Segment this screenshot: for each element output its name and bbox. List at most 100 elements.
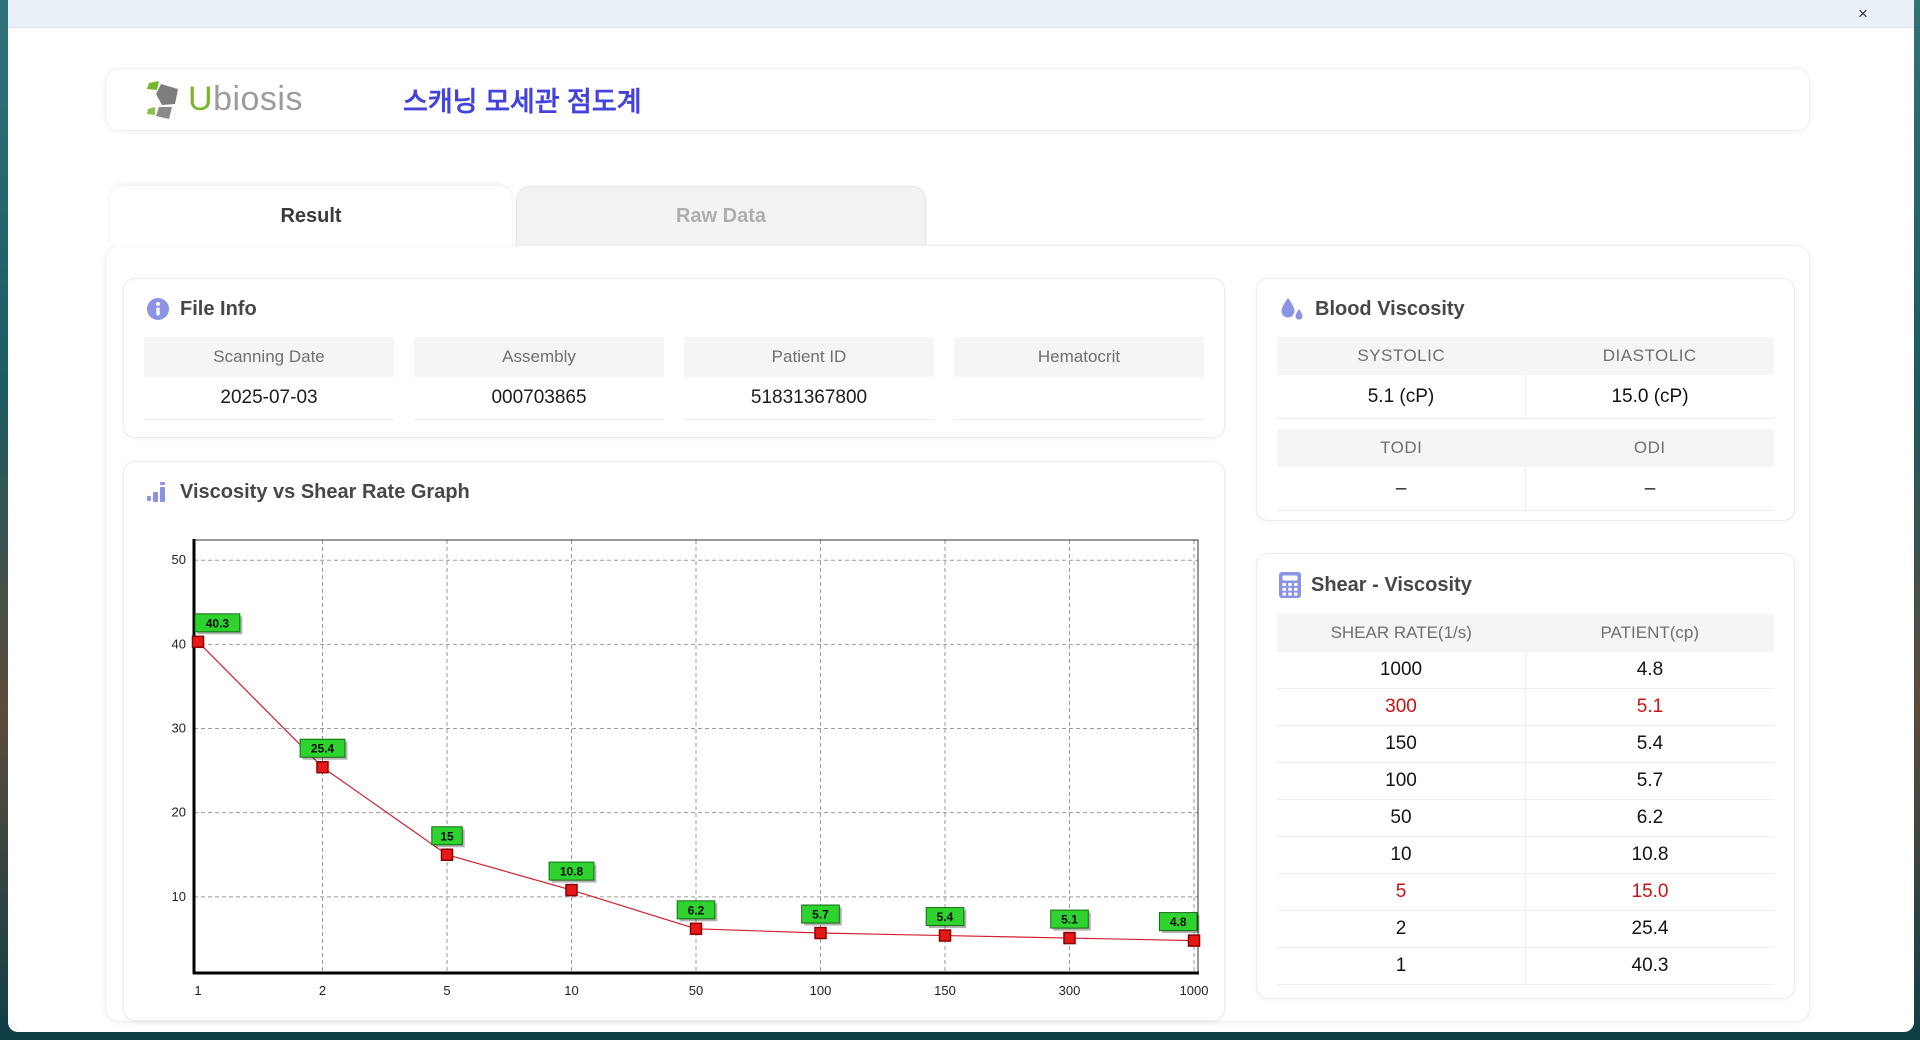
x-tick-label: 10 [564,983,578,998]
bv-header-cell: DIASTOLIC [1602,346,1697,365]
bv-header-row: TODI ODI [1277,429,1774,467]
bv-header-row: SYSTOLIC DIASTOLIC [1277,337,1774,375]
bar-chart-icon [147,482,165,502]
data-point-marker [1187,934,1201,947]
file-info-panel: File Info Scanning Date 2025-07-03 Assembl… [123,278,1225,438]
data-point-marker [316,760,329,774]
sv-patient-cell: 15.0 [1631,881,1669,902]
file-info-grid: Scanning Date 2025-07-03 Assembly 000703865… [144,337,1204,420]
blood-viscosity-panel: Blood Viscosity SYSTOLIC DIASTOLIC 5.1 (cP… [1256,278,1795,521]
y-tick-label: 50 [172,552,186,567]
table-row: 1 40.3 [1277,948,1774,985]
shear-viscosity-panel: Shear - Viscosity SHEAR RATE(1/s) PATIENT… [1256,553,1795,999]
brand-text: Ubiosis [188,80,303,119]
header-card: Ubiosis 스캐닝 모세관 점도계 [105,68,1810,131]
x-tick-label: 50 [689,983,703,998]
sv-shear-cell: 1000 [1277,652,1526,688]
sv-shear-cell: 100 [1277,763,1526,799]
x-tick-label: 300 [1059,983,1081,998]
y-tick-label: 40 [172,636,186,651]
shear-viscosity-table: SHEAR RATE(1/s) PATIENT(cp) 1000 4.8 300 5.1 1… [1277,614,1774,985]
y-tick-label: 30 [172,721,186,736]
bv-header-cell: TODI [1380,438,1423,457]
logo: Ubiosis [142,80,303,120]
sv-header-cell: SHEAR RATE(1/s) [1330,623,1472,642]
file-info-column: Hematocrit [954,337,1204,420]
result-content-card: File Info Scanning Date 2025-07-03 Assembl… [105,245,1810,1022]
bv-value-cell: 5.1 (cP) [1277,375,1526,418]
window-titlebar: × [8,0,1914,28]
data-label-text: 15 [440,829,454,843]
sv-shear-cell: 2 [1277,911,1526,947]
field-value: 000703865 [414,377,664,420]
bv-value-row: 5.1 (cP) 15.0 (cP) [1277,375,1774,419]
x-tick-label: 5 [443,983,450,998]
close-button[interactable]: × [1852,3,1874,25]
x-tick-label: 2 [319,983,326,998]
bv-value-cell: – [1277,467,1526,510]
table-row: 50 6.2 [1277,800,1774,837]
blood-viscosity-title-row: Blood Viscosity [1279,297,1794,321]
ubiosis-logo-icon [147,80,178,119]
x-tick-label: 1000 [1180,983,1209,998]
tab-result[interactable]: Result [110,186,512,246]
data-label-text: 5.1 [1061,913,1078,927]
sv-shear-cell: 150 [1277,726,1526,762]
field-label: Assembly [414,337,664,377]
sv-shear-cell: 50 [1277,800,1526,836]
table-row: 1000 4.8 [1277,652,1774,689]
data-point-marker [440,848,454,862]
sv-shear-cell: 300 [1277,689,1526,725]
y-tick-label: 20 [172,805,186,820]
data-point-marker [938,929,952,942]
brand-rest: biosis [213,80,303,118]
data-label-text: 5.7 [812,908,829,922]
data-point-marker [1063,931,1076,945]
bv-value-row: – – [1277,467,1774,511]
file-info-column: Patient ID 51831367800 [684,337,934,420]
data-point-marker [689,922,703,936]
graph-title: Viscosity vs Shear Rate Graph [180,480,470,503]
bv-value-cell: 15.0 (cP) [1611,385,1689,407]
data-label-text: 4.8 [1170,915,1187,929]
tab-raw-data-label: Raw Data [675,204,767,227]
brand-u: U [188,80,214,118]
x-tick-label: 1 [194,983,201,998]
x-tick-label: 150 [934,983,956,998]
shear-viscosity-title: Shear - Viscosity [1311,573,1472,596]
sv-patient-cell: 6.2 [1636,807,1664,828]
blood-viscosity-table: SYSTOLIC DIASTOLIC 5.1 (cP) 15.0 (cP) TODI OD… [1277,337,1774,511]
field-value [954,377,1204,420]
bv-value-cell: – [1644,477,1656,499]
sv-patient-cell: 5.7 [1636,770,1664,791]
droplets-icon [1281,298,1303,320]
info-icon [147,298,169,320]
field-label: Patient ID [684,337,934,377]
sv-patient-cell: 5.1 [1636,696,1664,717]
file-info-title: File Info [180,297,257,320]
app-window: × Ubiosis 스캐닝 모세관 점도계 Result Raw Data Fi… [8,0,1914,1032]
bv-header-cell: SYSTOLIC [1357,346,1446,365]
sv-shear-cell: 10 [1277,837,1526,873]
data-point-marker [565,883,578,897]
calculator-icon [1279,572,1301,598]
field-value: 51831367800 [684,377,934,420]
sv-patient-cell: 10.8 [1631,844,1669,865]
sv-header-row: SHEAR RATE(1/s) PATIENT(cp) [1277,614,1774,652]
graph-panel: Viscosity vs Shear Rate Graph 10 20 30 40 50… [123,461,1225,1021]
sv-shear-cell: 1 [1277,948,1526,984]
tab-raw-data[interactable]: Raw Data [516,186,926,245]
data-label-text: 6.2 [688,903,705,917]
data-label-text: 25.4 [311,742,335,756]
data-point-marker [191,635,205,649]
sv-patient-cell: 4.8 [1636,659,1664,680]
table-row: 10 10.8 [1277,837,1774,874]
field-label: Scanning Date [144,337,394,377]
table-row: 150 5.4 [1277,726,1774,763]
y-tick-label: 10 [172,889,186,904]
sv-patient-cell: 40.3 [1631,955,1669,976]
table-row: 100 5.7 [1277,763,1774,800]
blood-viscosity-title: Blood Viscosity [1315,297,1465,320]
sv-header-cell: PATIENT(cp) [1600,623,1700,642]
